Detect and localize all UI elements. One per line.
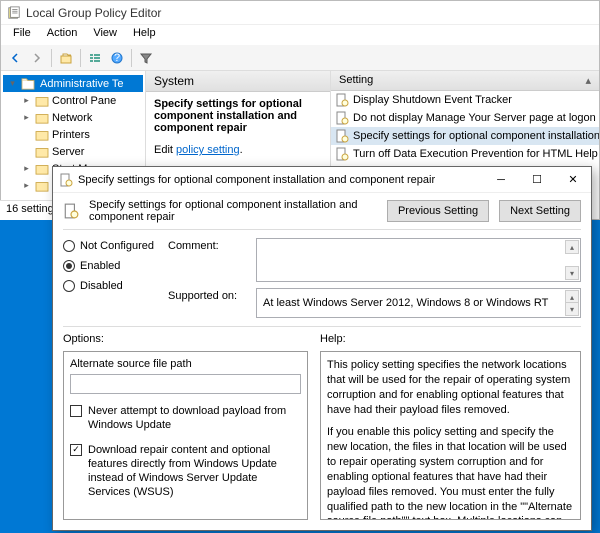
list-item-selected[interactable]: Specify settings for optional component …: [331, 127, 599, 145]
radio-not-configured[interactable]: Not Configured: [63, 240, 154, 252]
menu-action[interactable]: Action: [39, 25, 86, 45]
policy-dialog: Specify settings for optional component …: [52, 166, 592, 531]
list-button[interactable]: [85, 48, 105, 68]
scroll-down-icon[interactable]: ▾: [565, 302, 579, 316]
help-button[interactable]: ?: [107, 48, 127, 68]
app-icon: [7, 6, 21, 20]
dialog-subtitle: Specify settings for optional component …: [89, 199, 377, 223]
tree-root[interactable]: ▾ Administrative Te: [3, 75, 143, 92]
toolbar: ?: [1, 45, 599, 71]
radio-disabled[interactable]: Disabled: [63, 280, 154, 292]
expand-icon[interactable]: ▸: [21, 163, 32, 174]
next-setting-button[interactable]: Next Setting: [499, 200, 581, 222]
up-button[interactable]: [56, 48, 76, 68]
menu-help[interactable]: Help: [125, 25, 164, 45]
folder-icon: [35, 146, 49, 158]
back-button[interactable]: [5, 48, 25, 68]
svg-text:?: ?: [114, 52, 120, 64]
state-radio-group: Not Configured Enabled Disabled: [63, 238, 154, 318]
window-title: Local Group Policy Editor: [26, 6, 161, 20]
folder-icon: [35, 129, 49, 141]
checkbox-checked-icon[interactable]: ✓: [70, 444, 82, 456]
check-never-download[interactable]: Never attempt to download payload from W…: [70, 404, 301, 433]
lower-section: Options: Alternate source file path Neve…: [53, 327, 591, 530]
policy-icon: [335, 111, 349, 125]
scroll-down-icon[interactable]: ▾: [565, 266, 579, 280]
forward-button[interactable]: [27, 48, 47, 68]
dialog-icon: [59, 173, 73, 187]
maximize-button[interactable]: ☐: [519, 167, 555, 193]
comment-textarea[interactable]: ▴ ▾: [256, 238, 581, 282]
dialog-header: Specify settings for optional component …: [53, 193, 591, 229]
list-item[interactable]: Display Shutdown Event Tracker: [331, 91, 599, 109]
tree-item-control-panel[interactable]: ▸Control Pane: [3, 92, 143, 109]
edit-line: Edit policy setting.: [154, 144, 322, 156]
panel-header: System: [146, 71, 330, 92]
expand-icon[interactable]: ▸: [21, 112, 32, 123]
chevron-up-icon: ▴: [585, 74, 591, 87]
minimize-button[interactable]: ─: [483, 167, 519, 193]
dialog-icon: [63, 203, 79, 219]
scroll-up-icon[interactable]: ▴: [565, 240, 579, 254]
supported-on-field: At least Windows Server 2012, Windows 8 …: [256, 288, 581, 318]
alt-path-input[interactable]: [70, 374, 301, 394]
menu-file[interactable]: File: [5, 25, 39, 45]
tree-item-printers[interactable]: ▸Printers: [3, 126, 143, 143]
config-section: Not Configured Enabled Disabled Comment:…: [53, 230, 591, 326]
help-text: This policy setting specifies the networ…: [320, 351, 581, 520]
tree-item-server[interactable]: ▸Server: [3, 143, 143, 160]
options-label: Options:: [63, 333, 308, 345]
policy-icon: [335, 147, 349, 161]
close-button[interactable]: ✕: [555, 167, 591, 193]
policy-title: Specify settings for optional component …: [154, 98, 322, 134]
folder-icon: [35, 95, 49, 107]
alt-path-label: Alternate source file path: [70, 358, 301, 370]
dialog-title: Specify settings for optional component …: [78, 174, 435, 186]
expand-icon[interactable]: ▸: [21, 95, 32, 106]
radio-enabled[interactable]: Enabled: [63, 260, 154, 272]
check-download-direct[interactable]: ✓ Download repair content and optional f…: [70, 443, 301, 500]
help-label: Help:: [320, 333, 581, 345]
options-panel: Alternate source file path Never attempt…: [63, 351, 308, 520]
menubar: File Action View Help: [1, 25, 599, 45]
tree-label: Administrative Te: [38, 78, 124, 90]
column-header[interactable]: Setting▴: [331, 71, 599, 91]
tree-item-network[interactable]: ▸Network: [3, 109, 143, 126]
expand-icon[interactable]: ▸: [21, 180, 32, 191]
titlebar: Local Group Policy Editor: [1, 1, 599, 25]
list-item[interactable]: Do not display Manage Your Server page a…: [331, 109, 599, 127]
policy-icon: [335, 93, 349, 107]
supported-label: Supported on:: [168, 288, 248, 302]
policy-icon: [335, 129, 349, 143]
menu-view[interactable]: View: [85, 25, 125, 45]
filter-button[interactable]: [136, 48, 156, 68]
folder-icon: [21, 78, 35, 90]
dialog-titlebar: Specify settings for optional component …: [53, 167, 591, 193]
edit-policy-link[interactable]: policy setting: [176, 144, 240, 156]
previous-setting-button[interactable]: Previous Setting: [387, 200, 489, 222]
collapse-icon[interactable]: ▾: [7, 78, 18, 89]
folder-icon: [35, 180, 49, 192]
list-item[interactable]: Turn off Data Execution Prevention for H…: [331, 145, 599, 163]
folder-icon: [35, 163, 49, 175]
checkbox-icon[interactable]: [70, 405, 82, 417]
folder-icon: [35, 112, 49, 124]
comment-label: Comment:: [168, 238, 248, 252]
